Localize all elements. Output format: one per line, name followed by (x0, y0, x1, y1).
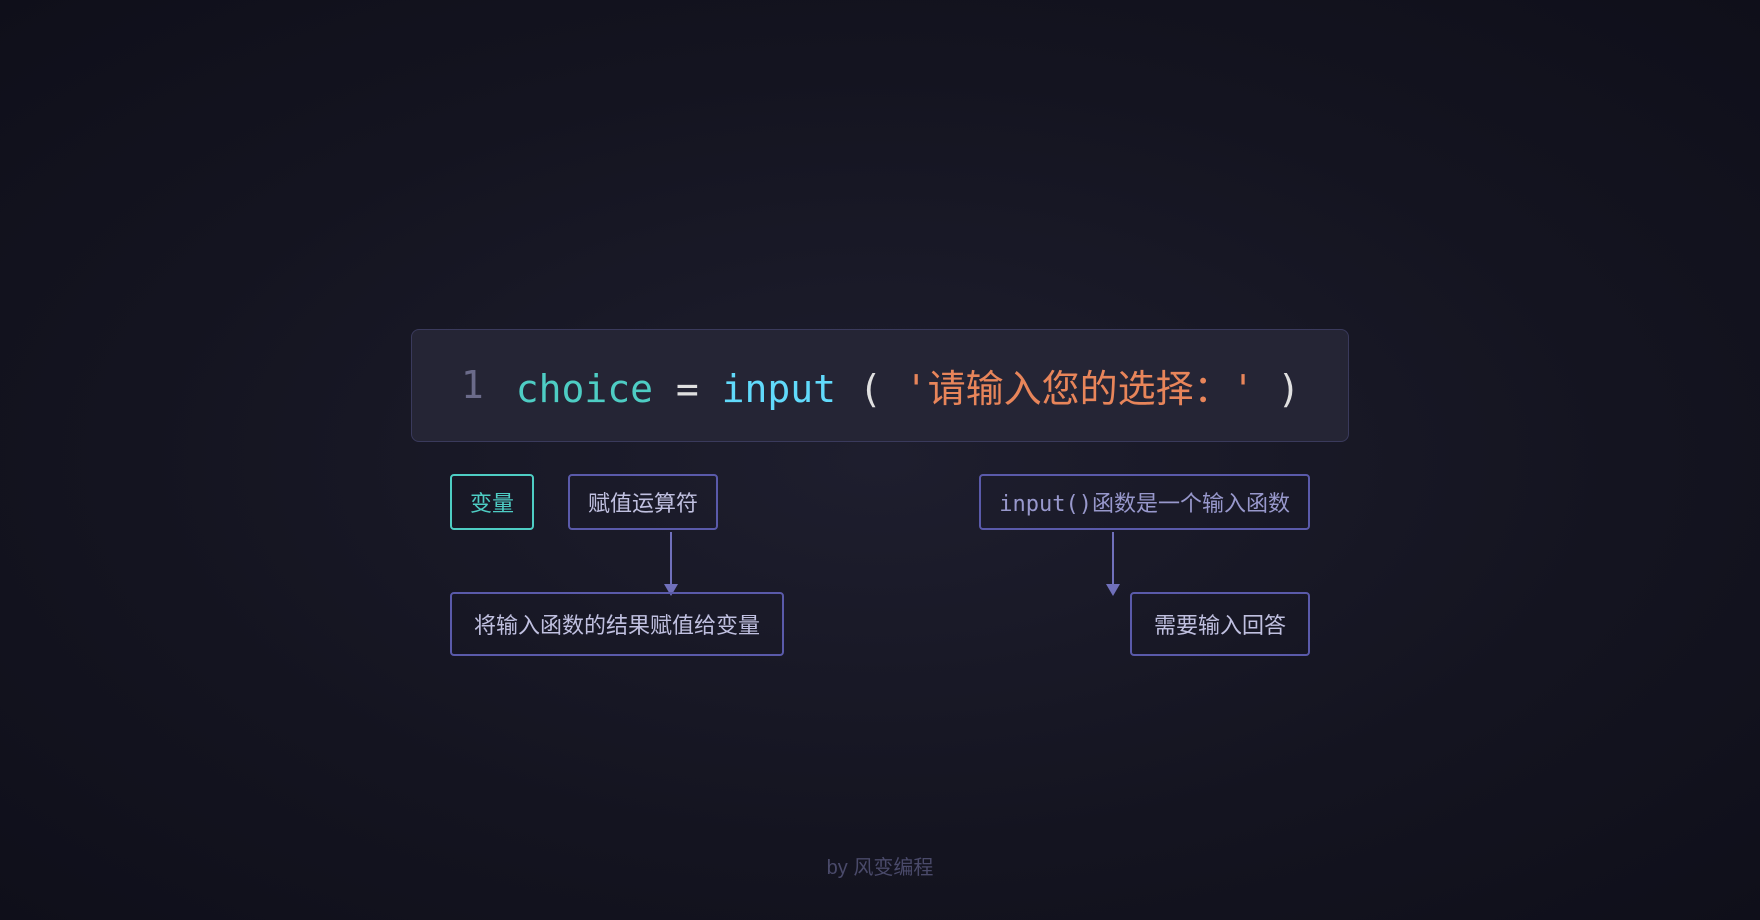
code-content: choice = input ( '请输入您的选择：' ) (516, 358, 1301, 413)
code-block: 1 choice = input ( '请输入您的选择：' ) (411, 329, 1350, 442)
desc-right: 需要输入回答 (1130, 592, 1310, 656)
desc-left: 将输入函数的结果赋值给变量 (450, 592, 784, 656)
label-variable: 变量 (450, 474, 534, 530)
footer: by 风变编程 (827, 851, 934, 880)
code-variable: choice (516, 367, 653, 411)
line-number: 1 (460, 363, 484, 407)
code-operator: = (676, 367, 722, 411)
arrow-left-line (670, 532, 672, 584)
arrow-right-line (1112, 532, 1114, 584)
arrow-right (1106, 532, 1120, 596)
main-container: 1 choice = input ( '请输入您的选择：' ) 变量 赋值运算符… (411, 329, 1350, 592)
code-function: input (722, 367, 836, 411)
code-paren-close: ) (1277, 367, 1300, 411)
label-input: input()函数是一个输入函数 (979, 474, 1310, 530)
annotation-area: 变量 赋值运算符 input()函数是一个输入函数 将输入函数的结果赋值给变量 … (450, 474, 1310, 592)
label-assign: 赋值运算符 (568, 474, 718, 530)
arrow-right-head (1106, 584, 1120, 596)
code-paren-open: ( (859, 367, 882, 411)
arrow-left (664, 532, 678, 596)
code-string: '请输入您的选择：' (905, 367, 1255, 411)
